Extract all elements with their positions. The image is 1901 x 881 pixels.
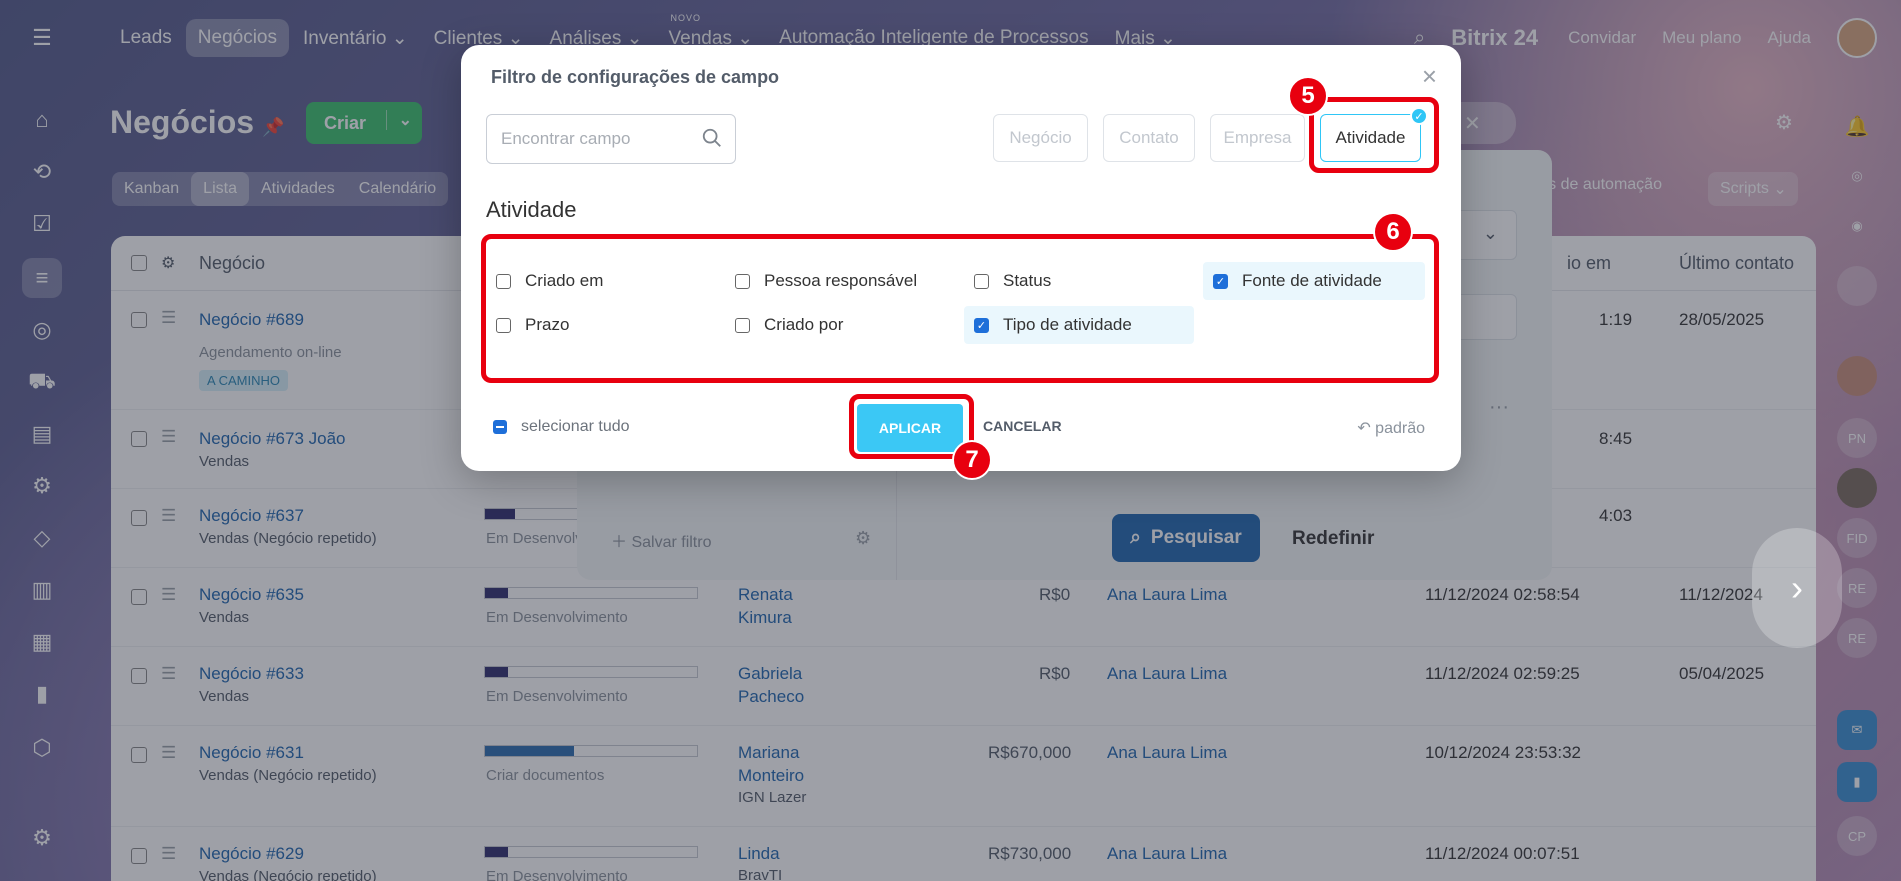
cancel-button[interactable]: CANCELAR	[983, 418, 1062, 434]
default-label: padrão	[1375, 420, 1425, 437]
entity-button-negocio[interactable]: Negócio	[993, 114, 1088, 162]
annotation-box-6	[481, 234, 1439, 383]
select-all-toggle[interactable]: selecionar tudo	[493, 418, 630, 436]
field-search-input[interactable]	[501, 129, 691, 149]
entity-button-contato[interactable]: Contato	[1103, 114, 1195, 162]
chevron-right-icon[interactable]: ›	[1752, 528, 1842, 648]
modal-title: Filtro de configurações de campo	[491, 67, 780, 87]
undo-icon: ↶	[1357, 420, 1371, 437]
field-search-box[interactable]	[486, 114, 736, 164]
close-icon[interactable]: ×	[1422, 61, 1437, 92]
select-all-checkbox[interactable]	[493, 420, 507, 434]
annotation-number-5: 5	[1288, 76, 1328, 116]
search-icon[interactable]	[701, 127, 723, 149]
annotation-number-7: 7	[952, 440, 992, 480]
entity-button-empresa[interactable]: Empresa	[1210, 114, 1305, 162]
annotation-box-5	[1309, 97, 1439, 173]
annotation-number-6: 6	[1373, 212, 1413, 252]
select-all-label: selecionar tudo	[521, 418, 630, 435]
section-title: Atividade	[486, 197, 577, 222]
default-button[interactable]: ↶ padrão	[1357, 418, 1425, 438]
